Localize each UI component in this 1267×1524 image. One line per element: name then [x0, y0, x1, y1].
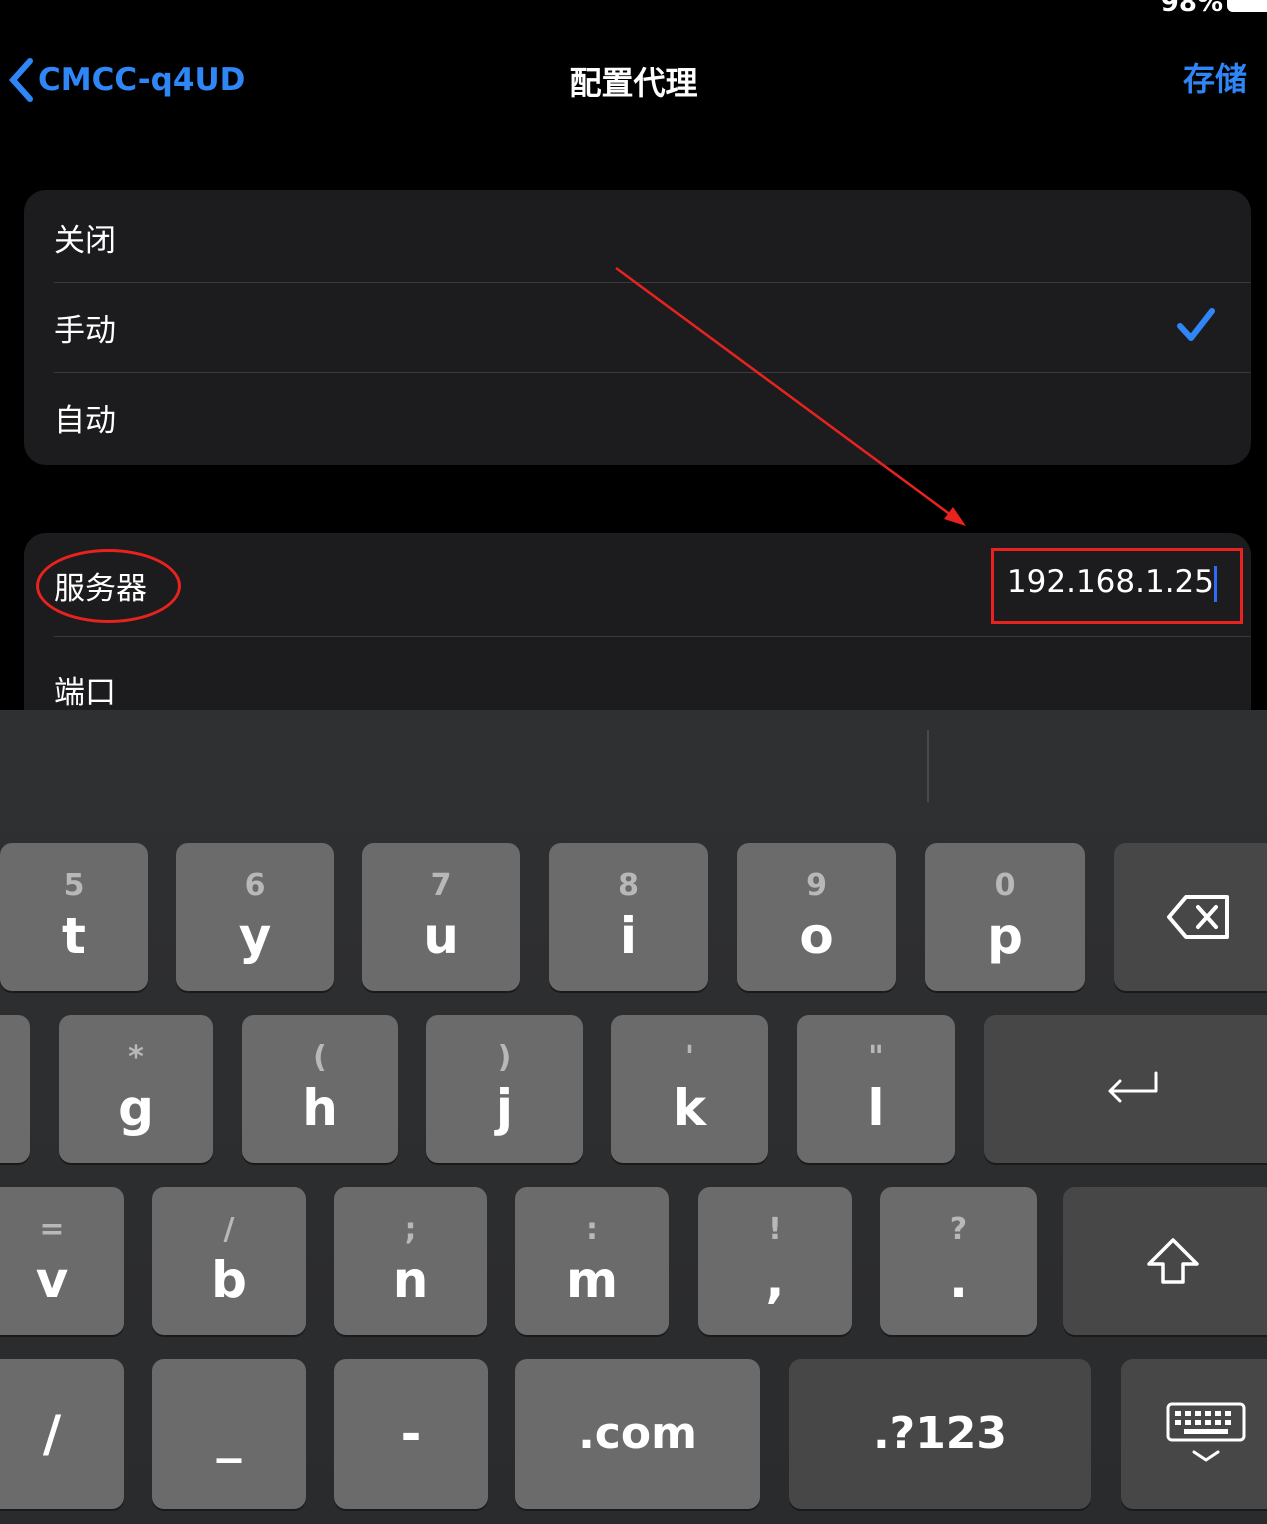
key-secondary: 8 [618, 868, 639, 903]
key-primary: t [62, 907, 86, 965]
suggestion-divider [927, 730, 929, 802]
key-k[interactable]: ' k [611, 1015, 768, 1163]
key-secondary: 9 [806, 868, 827, 903]
key-primary: / [42, 1405, 62, 1463]
key-primary: i [619, 907, 638, 965]
key-l[interactable]: " l [797, 1015, 955, 1163]
key-secondary: " [868, 1040, 884, 1075]
numbers-key[interactable]: .?123 [789, 1359, 1091, 1509]
key-secondary: 0 [994, 868, 1016, 903]
key-primary: - [400, 1405, 422, 1463]
key-n[interactable]: ; n [334, 1187, 487, 1335]
key-primary: l [867, 1079, 885, 1137]
annotation-box [991, 548, 1243, 624]
key-primary: .?123 [872, 1408, 1008, 1459]
keyboard-dismiss-icon [1166, 1402, 1246, 1462]
key-dotcom[interactable]: .com [515, 1359, 760, 1509]
key-primary: k [672, 1079, 707, 1137]
key-i[interactable]: 8i [549, 843, 708, 991]
port-label: 端口 [54, 674, 116, 711]
delete-icon [1167, 895, 1229, 939]
key-secondary: / [223, 1212, 235, 1247]
key-secondary: 5 [63, 868, 85, 903]
key-secondary: ? [949, 1212, 968, 1247]
key-secondary: 7 [430, 868, 452, 903]
key-m[interactable]: :m [515, 1187, 669, 1335]
key-comma[interactable]: !, [698, 1187, 852, 1335]
key-slash[interactable]: / [0, 1359, 124, 1509]
key-secondary: = [39, 1212, 65, 1247]
annotation-ellipse [36, 549, 181, 623]
annotation-arrow [615, 266, 966, 526]
key-secondary: * [128, 1040, 144, 1075]
key-primary: p [987, 907, 1023, 965]
key-underscore[interactable]: _ [152, 1359, 306, 1509]
return-key[interactable] [984, 1015, 1267, 1163]
shift-key[interactable] [1063, 1187, 1267, 1335]
key-secondary: ) [497, 1040, 512, 1075]
key-primary: , [765, 1251, 785, 1309]
key-j[interactable]: ) j [426, 1015, 583, 1163]
return-icon [1108, 1071, 1158, 1103]
key-primary: b [211, 1251, 247, 1309]
dismiss-keyboard-key[interactable] [1121, 1359, 1267, 1509]
key-secondary: : [586, 1212, 598, 1247]
key-primary: g [118, 1079, 154, 1137]
key-p[interactable]: 0p [925, 843, 1085, 991]
key-g[interactable]: * g [59, 1015, 213, 1163]
key-primary: .com [578, 1408, 697, 1459]
key-secondary: ' [684, 1040, 695, 1075]
key-h[interactable]: (h [242, 1015, 398, 1163]
key-secondary: ; [404, 1212, 417, 1247]
key-primary: _ [216, 1405, 242, 1463]
key-primary: j [495, 1079, 514, 1137]
key-v[interactable]: = v [0, 1187, 124, 1335]
key-primary: v [35, 1251, 69, 1309]
key-secondary: 6 [244, 868, 266, 903]
key-b[interactable]: / b [152, 1187, 306, 1335]
key-period[interactable]: ?. [880, 1187, 1037, 1335]
delete-key[interactable] [1114, 843, 1267, 991]
key-primary: n [392, 1251, 429, 1309]
key-f-partial[interactable] [0, 1015, 30, 1163]
key-primary: m [565, 1251, 619, 1309]
key-primary: . [949, 1251, 968, 1309]
key-secondary: ( [313, 1040, 327, 1075]
key-primary: h [302, 1079, 338, 1137]
key-primary: u [423, 907, 459, 965]
key-u[interactable]: 7u [362, 843, 520, 991]
key-primary: o [799, 907, 834, 965]
key-hyphen[interactable]: - [334, 1359, 488, 1509]
key-t[interactable]: 5t [0, 843, 148, 991]
key-y[interactable]: 6y [176, 843, 334, 991]
key-secondary: ! [768, 1212, 782, 1247]
key-o[interactable]: 9o [737, 843, 896, 991]
shift-icon [1147, 1238, 1199, 1284]
key-primary: y [238, 907, 272, 965]
